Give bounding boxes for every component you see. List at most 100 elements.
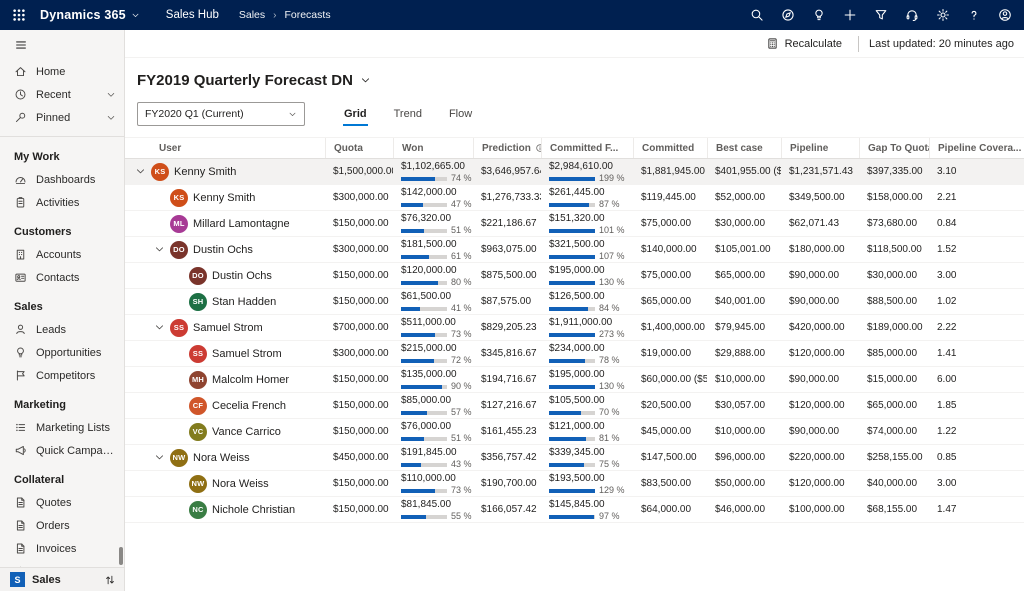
committed-forecast-cell: $121,000.00 81 % bbox=[541, 419, 633, 444]
column-header-user[interactable]: User bbox=[125, 138, 325, 158]
column-header-best-case[interactable]: Best case bbox=[707, 138, 781, 158]
sidebar-item-opportunities[interactable]: Opportunities bbox=[0, 341, 124, 364]
sidebar-item-invoices[interactable]: Invoices bbox=[0, 537, 124, 560]
column-header-prediction[interactable]: Prediction bbox=[473, 138, 541, 158]
committed-forecast-cell: $195,000.00 130 % bbox=[541, 263, 633, 288]
chevron-down-icon[interactable] bbox=[131, 11, 140, 20]
row-expand-chevron-icon[interactable] bbox=[173, 400, 184, 411]
sidebar-item-activities[interactable]: Activities bbox=[0, 191, 124, 214]
won-cell: $181,500.00 61 % bbox=[393, 237, 473, 262]
breadcrumb-item-forecasts[interactable]: Forecasts bbox=[284, 9, 330, 21]
list-icon bbox=[14, 421, 27, 434]
table-row[interactable]: MH Malcolm Homer $150,000.00 $135,000.00… bbox=[125, 367, 1024, 393]
account-icon[interactable] bbox=[998, 8, 1012, 22]
headset-icon[interactable] bbox=[905, 8, 919, 22]
row-expand-chevron-icon[interactable] bbox=[173, 504, 184, 515]
sidebar-section-my-work: My Work Dashboards Activities bbox=[0, 139, 124, 214]
clipboard-icon bbox=[14, 196, 27, 209]
tab-grid[interactable]: Grid bbox=[343, 105, 368, 126]
committed-forecast-percent: 84 % bbox=[599, 303, 620, 313]
won-percent: 74 % bbox=[451, 173, 472, 183]
sidebar-item-pinned[interactable]: Pinned bbox=[0, 106, 124, 129]
sidebar-item-recent[interactable]: Recent bbox=[0, 83, 124, 106]
gear-icon[interactable] bbox=[936, 8, 950, 22]
table-row[interactable]: KS Kenny Smith $1,500,000.00 $1,102,665.… bbox=[125, 159, 1024, 185]
hub-title[interactable]: Sales Hub bbox=[166, 9, 219, 21]
row-expand-chevron-icon[interactable] bbox=[154, 452, 165, 463]
sidebar-item-quotes[interactable]: Quotes bbox=[0, 491, 124, 514]
committed-value: $119,445.00 bbox=[641, 192, 696, 203]
table-row[interactable]: DO Dustin Ochs $150,000.00 $120,000.00 8… bbox=[125, 263, 1024, 289]
table-row[interactable]: NW Nora Weiss $150,000.00 $110,000.00 73… bbox=[125, 471, 1024, 497]
area-switcher[interactable]: S Sales bbox=[0, 567, 124, 591]
waffle-menu-icon[interactable] bbox=[12, 8, 26, 22]
gap-to-quota-value: $40,000.00 bbox=[867, 478, 918, 489]
sidebar-item-quick-campaigns[interactable]: Quick Campaigns bbox=[0, 439, 124, 462]
column-header-quota[interactable]: Quota bbox=[325, 138, 393, 158]
column-header-pipeline-covera[interactable]: Pipeline Covera... bbox=[929, 138, 1024, 158]
table-row[interactable]: SS Samuel Strom $700,000.00 $511,000.00 … bbox=[125, 315, 1024, 341]
prediction-value: $87,575.00 bbox=[481, 296, 532, 307]
compass-icon[interactable] bbox=[781, 8, 795, 22]
column-header-gap-to-quota[interactable]: Gap To Quota bbox=[859, 138, 929, 158]
sidebar-scrollbar-thumb[interactable] bbox=[119, 547, 123, 565]
chevron-down-icon[interactable] bbox=[106, 113, 116, 123]
column-header-won[interactable]: Won bbox=[393, 138, 473, 158]
sidebar-item-label: Marketing Lists bbox=[36, 421, 110, 434]
committed-forecast-progress-bar bbox=[549, 384, 595, 389]
lightbulb-icon[interactable] bbox=[812, 8, 826, 22]
sidebar-item-dashboards[interactable]: Dashboards bbox=[0, 168, 124, 191]
row-expand-chevron-icon[interactable] bbox=[173, 270, 184, 281]
recalculate-button[interactable]: Recalculate bbox=[760, 34, 848, 53]
app-title[interactable]: Dynamics 365 bbox=[40, 8, 126, 22]
row-expand-chevron-icon[interactable] bbox=[135, 166, 146, 177]
tab-flow[interactable]: Flow bbox=[448, 105, 473, 126]
column-header-committed[interactable]: Committed bbox=[633, 138, 707, 158]
hamburger-menu-icon[interactable] bbox=[14, 38, 28, 52]
breadcrumb-item-sales[interactable]: Sales bbox=[239, 9, 265, 21]
search-icon[interactable] bbox=[750, 8, 764, 22]
sidebar-item-orders[interactable]: Orders bbox=[0, 514, 124, 537]
committed-forecast-percent: 97 % bbox=[599, 511, 620, 521]
committed-forecast-percent: 87 % bbox=[599, 199, 620, 209]
tab-trend[interactable]: Trend bbox=[393, 105, 423, 126]
row-expand-chevron-icon[interactable] bbox=[173, 348, 184, 359]
row-expand-chevron-icon[interactable] bbox=[154, 322, 165, 333]
help-icon[interactable] bbox=[967, 8, 981, 22]
table-row[interactable]: NW Nora Weiss $450,000.00 $191,845.00 43… bbox=[125, 445, 1024, 471]
row-expand-chevron-icon[interactable] bbox=[154, 244, 165, 255]
table-row[interactable]: DO Dustin Ochs $300,000.00 $181,500.00 6… bbox=[125, 237, 1024, 263]
sidebar-item-contacts[interactable]: Contacts bbox=[0, 266, 124, 289]
sidebar-item-accounts[interactable]: Accounts bbox=[0, 243, 124, 266]
chevron-down-icon[interactable] bbox=[360, 75, 371, 86]
table-row[interactable]: NC Nichole Christian $150,000.00 $81,845… bbox=[125, 497, 1024, 523]
chevron-down-icon[interactable] bbox=[106, 90, 116, 100]
sidebar-item-competitors[interactable]: Competitors bbox=[0, 364, 124, 387]
row-expand-chevron-icon[interactable] bbox=[154, 218, 165, 229]
table-row[interactable]: SH Stan Hadden $150,000.00 $61,500.00 41… bbox=[125, 289, 1024, 315]
sidebar-item-marketing-lists[interactable]: Marketing Lists bbox=[0, 416, 124, 439]
column-header-committed-f[interactable]: Committed F... bbox=[541, 138, 633, 158]
sidebar-item-leads[interactable]: Leads bbox=[0, 318, 124, 341]
sidebar-item-label: Quick Campaigns bbox=[36, 444, 116, 457]
table-row[interactable]: ML Millard Lamontagne $150,000.00 $76,32… bbox=[125, 211, 1024, 237]
swap-area-icon[interactable] bbox=[104, 574, 116, 586]
row-expand-chevron-icon[interactable] bbox=[173, 296, 184, 307]
committed-forecast-percent: 101 % bbox=[599, 225, 625, 235]
won-value: $120,000.00 bbox=[401, 265, 457, 276]
table-row[interactable]: SS Samuel Strom $300,000.00 $215,000.00 … bbox=[125, 341, 1024, 367]
table-row[interactable]: KS Kenny Smith $300,000.00 $142,000.00 4… bbox=[125, 185, 1024, 211]
row-expand-chevron-icon[interactable] bbox=[173, 374, 184, 385]
sidebar-item-home[interactable]: Home bbox=[0, 60, 124, 83]
plus-icon[interactable] bbox=[843, 8, 857, 22]
row-expand-chevron-icon[interactable] bbox=[173, 426, 184, 437]
command-bar: Recalculate Last updated: 20 minutes ago bbox=[125, 30, 1024, 58]
column-header-pipeline[interactable]: Pipeline bbox=[781, 138, 859, 158]
row-expand-chevron-icon[interactable] bbox=[154, 192, 165, 203]
sidebar-item-products[interactable]: Products bbox=[0, 560, 124, 567]
table-row[interactable]: VC Vance Carrico $150,000.00 $76,000.00 … bbox=[125, 419, 1024, 445]
filter-icon[interactable] bbox=[874, 8, 888, 22]
forecast-period-dropdown[interactable]: FY2020 Q1 (Current) bbox=[137, 102, 305, 126]
row-expand-chevron-icon[interactable] bbox=[173, 478, 184, 489]
table-row[interactable]: CF Cecelia French $150,000.00 $85,000.00… bbox=[125, 393, 1024, 419]
